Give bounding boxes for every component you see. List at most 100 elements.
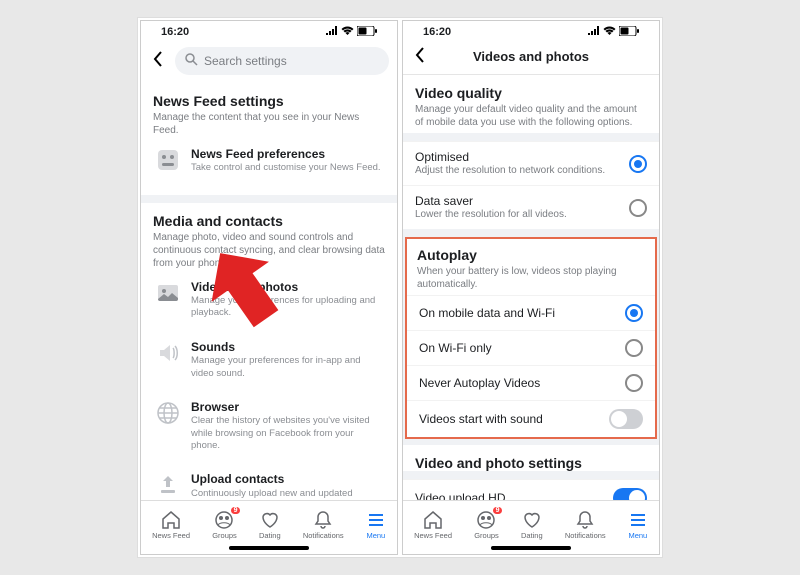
row-title: Browser (191, 400, 383, 414)
signal-icon (588, 26, 600, 38)
row-title: News Feed preferences (191, 147, 383, 161)
nav-notifications[interactable]: Notifications (565, 510, 606, 540)
section-subtitle: When your battery is low, videos stop pl… (417, 265, 645, 291)
menu-icon (628, 510, 648, 530)
nav-newsfeed[interactable]: News Feed (152, 510, 190, 540)
phone-settings: 16:20 Search settings News Feed settings (140, 20, 398, 555)
row-newsfeed-prefs[interactable]: News Feed preferences Take control and c… (153, 137, 385, 185)
status-bar: 16:20 (141, 21, 397, 43)
row-sounds[interactable]: Sounds Manage your preferences for in-ap… (153, 330, 385, 390)
status-time: 16:20 (161, 26, 189, 38)
signal-icon (326, 26, 338, 38)
option-sub: Lower the resolution for all videos. (415, 208, 567, 221)
row-autoplay-wifi-only[interactable]: On Wi-Fi only (407, 330, 655, 365)
option-label: On mobile data and Wi-Fi (419, 306, 555, 320)
nav-dating[interactable]: Dating (521, 510, 543, 540)
feed-icon (155, 147, 181, 173)
row-subtitle: Manage your preferences for uploading an… (191, 295, 383, 320)
home-icon (423, 510, 443, 530)
bell-icon (313, 510, 333, 530)
section-subtitle: Manage photo, video and sound controls a… (153, 231, 385, 270)
section-title: Video quality (415, 85, 647, 101)
toggle-on[interactable] (613, 488, 647, 500)
row-videos-photos[interactable]: Videos and photos Manage your preference… (153, 270, 385, 330)
row-title: Videos and photos (191, 280, 383, 294)
nav-menu[interactable]: Menu (366, 510, 386, 540)
nav-dating[interactable]: Dating (259, 510, 281, 540)
row-autoplay-mobile-wifi[interactable]: On mobile data and Wi-Fi (407, 295, 655, 330)
section-video-quality: Video quality Manage your default video … (403, 75, 659, 133)
row-autoplay-never[interactable]: Never Autoplay Videos (407, 365, 655, 400)
wifi-icon (603, 26, 616, 38)
page-title: Videos and photos (473, 49, 589, 64)
page-header: Videos and photos (403, 43, 659, 75)
heart-icon (522, 510, 542, 530)
section-title: News Feed settings (153, 93, 385, 109)
row-optimised[interactable]: Optimised Adjust the resolution to netwo… (403, 141, 659, 185)
groups-icon: 9 (476, 510, 496, 530)
option-label: On Wi-Fi only (419, 341, 492, 355)
status-time: 16:20 (423, 26, 451, 38)
autoplay-highlight: Autoplay When your battery is low, video… (405, 237, 657, 439)
row-data-saver[interactable]: Data saver Lower the resolution for all … (403, 185, 659, 229)
option-label: Video upload HD (415, 491, 506, 500)
section-video-photo-settings: Video and photo settings (403, 445, 659, 471)
home-icon (161, 510, 181, 530)
upload-icon (155, 472, 181, 498)
row-upload-contacts[interactable]: Upload contacts Continuously upload new … (153, 462, 385, 500)
radio-selected[interactable] (625, 304, 643, 322)
nav-newsfeed[interactable]: News Feed (414, 510, 452, 540)
section-subtitle: Manage the content that you see in your … (153, 111, 385, 137)
section-title: Autoplay (417, 247, 645, 263)
bell-icon (575, 510, 595, 530)
row-browser[interactable]: Browser Clear the history of websites yo… (153, 390, 385, 462)
section-title: Video and photo settings (415, 455, 647, 471)
search-icon (185, 53, 198, 69)
row-video-upload-hd[interactable]: Video upload HD (403, 479, 659, 500)
row-title: Upload contacts (191, 472, 383, 486)
heart-icon (260, 510, 280, 530)
battery-icon (357, 26, 377, 39)
nav-menu[interactable]: Menu (628, 510, 648, 540)
nav-groups[interactable]: 9 Groups (474, 510, 499, 540)
radio-unselected[interactable] (625, 374, 643, 392)
option-label: Data saver (415, 194, 567, 208)
battery-icon (619, 26, 639, 39)
header-search-bar: Search settings (141, 43, 397, 83)
content: Video quality Manage your default video … (403, 75, 659, 500)
row-title: Sounds (191, 340, 383, 354)
menu-icon (366, 510, 386, 530)
home-indicator (491, 546, 571, 550)
nav-groups[interactable]: 9 Groups (212, 510, 237, 540)
row-subtitle: Clear the history of websites you've vis… (191, 415, 383, 452)
option-label: Never Autoplay Videos (419, 376, 540, 390)
groups-badge: 9 (493, 507, 503, 514)
option-sub: Adjust the resolution to network conditi… (415, 164, 605, 177)
status-icons (588, 26, 639, 39)
wifi-icon (341, 26, 354, 38)
radio-unselected[interactable] (629, 199, 647, 217)
sound-icon (155, 340, 181, 366)
row-videos-sound[interactable]: Videos start with sound (407, 400, 655, 437)
radio-unselected[interactable] (625, 339, 643, 357)
back-button[interactable] (411, 47, 429, 68)
home-indicator (229, 546, 309, 550)
groups-icon: 9 (214, 510, 234, 530)
radio-selected[interactable] (629, 155, 647, 173)
status-icons (326, 26, 377, 39)
option-label: Optimised (415, 150, 605, 164)
content: News Feed settings Manage the content th… (141, 83, 397, 500)
nav-notifications[interactable]: Notifications (303, 510, 344, 540)
option-label: Videos start with sound (419, 412, 543, 426)
photo-icon (155, 280, 181, 306)
toggle-off[interactable] (609, 409, 643, 429)
row-subtitle: Take control and customise your News Fee… (191, 162, 383, 174)
phone-videos-photos: 16:20 Videos and photos Video quality Ma… (402, 20, 660, 555)
section-subtitle: Manage your default video quality and th… (415, 103, 647, 129)
section-media-contacts: Media and contacts Manage photo, video a… (141, 203, 397, 500)
search-input[interactable]: Search settings (175, 47, 389, 75)
back-button[interactable] (149, 51, 167, 72)
section-title: Media and contacts (153, 213, 385, 229)
status-bar: 16:20 (403, 21, 659, 43)
section-newsfeed: News Feed settings Manage the content th… (141, 83, 397, 195)
